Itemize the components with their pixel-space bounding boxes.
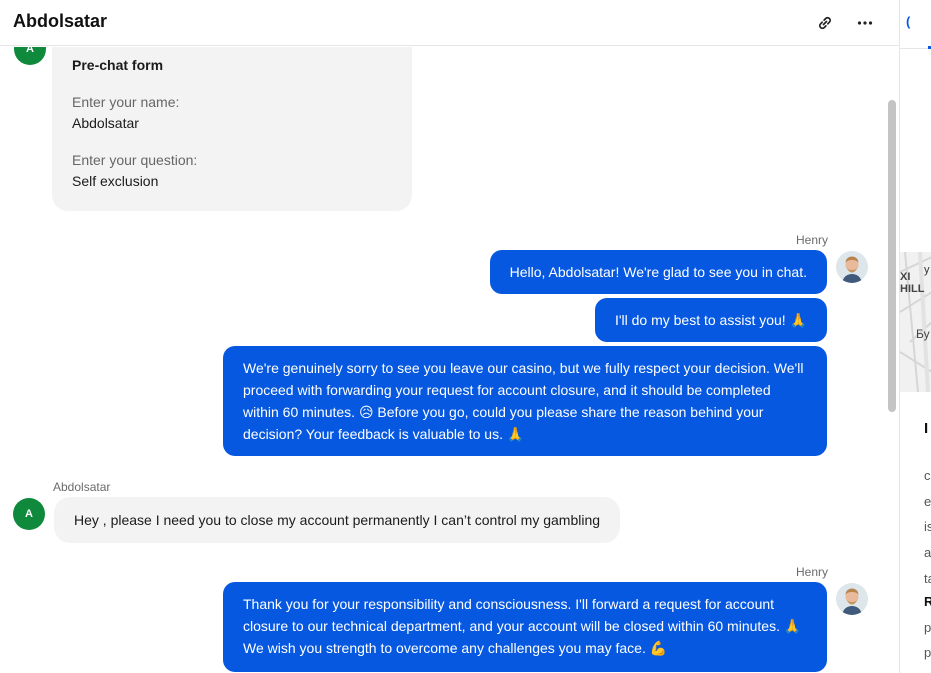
side-text: c (924, 468, 931, 483)
visitor-avatar: A (13, 498, 45, 530)
question-value: Self exclusion (72, 173, 159, 189)
side-text: R (924, 594, 931, 609)
prechat-title: Pre-chat form (72, 57, 164, 73)
chat-scrollbar[interactable] (888, 100, 896, 412)
more-horizontal-icon[interactable] (852, 10, 878, 36)
section-heading: I (924, 420, 929, 437)
prechat-form-card: Pre-chat form Enter your name: Abdolsata… (52, 47, 412, 211)
visitor-message: Hey , please I need you to close my acco… (54, 497, 621, 543)
map-label: у (924, 264, 930, 276)
tab-divider (900, 48, 931, 49)
map-label: Бу (916, 327, 930, 341)
map-label: HILL (900, 283, 925, 295)
details-side-panel: ( у ХI HILL Бу I c e is a ta R p p (899, 0, 931, 673)
side-tab-label[interactable]: ( (906, 14, 910, 29)
side-text: is (924, 519, 931, 534)
name-value: Abdolsatar (72, 115, 139, 131)
name-label: Enter your name: (72, 94, 180, 110)
chat-transcript[interactable]: A Pre-chat form Enter your name: Abdolsa… (0, 47, 899, 673)
side-text: p (924, 645, 931, 660)
sender-name: Henry (795, 565, 828, 579)
map-label: ХI (900, 271, 911, 283)
question-label: Enter your question: (72, 152, 198, 168)
agent-avatar (836, 583, 868, 615)
agent-avatar (836, 251, 868, 283)
side-text: a (924, 545, 931, 560)
sender-name: Henry (795, 233, 828, 247)
avatar-letter: A (26, 47, 34, 55)
side-text: p (924, 620, 931, 635)
side-text: e (924, 494, 931, 509)
agent-message: Thank you for your responsibility and co… (223, 582, 827, 672)
chat-header: Abdolsatar (0, 0, 899, 46)
visitor-avatar: A (14, 47, 46, 65)
chat-title: Abdolsatar (13, 11, 108, 31)
sender-name: Abdolsatar (53, 480, 111, 494)
avatar-letter: A (25, 508, 33, 520)
agent-message: I'll do my best to assist you! 🙏 (594, 298, 827, 342)
side-text: ta (924, 571, 931, 586)
link-icon[interactable] (812, 10, 838, 36)
agent-message: Hello, Abdolsatar! We're glad to see you… (489, 250, 827, 294)
location-map[interactable]: у ХI HILL Бу (900, 252, 931, 392)
agent-message: We're genuinely sorry to see you leave o… (223, 346, 827, 456)
